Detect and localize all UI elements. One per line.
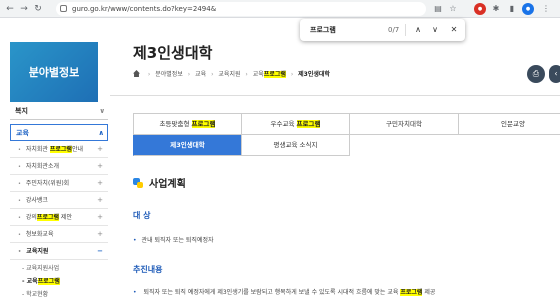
- sidebar-item[interactable]: 주민자치(위원)회 +: [10, 176, 108, 192]
- chevron-right-icon: ›: [147, 71, 151, 78]
- minus-icon: −: [97, 247, 103, 255]
- sidebar-item[interactable]: 강의프로그램 제안 +: [10, 210, 108, 226]
- sub-tab-grid: 초등맞춤형 프로그램 우수교육 프로그램 구민자치대학 인문교양 제3인생대학 …: [133, 113, 560, 156]
- reload-icon[interactable]: ↻: [32, 2, 44, 16]
- extension-icon[interactable]: ●: [474, 3, 486, 15]
- target-text: 관내 퇴직자 또는 퇴직예정자: [133, 236, 214, 246]
- page-title: 제3인생대학: [133, 44, 213, 62]
- print-icon[interactable]: ⎙: [527, 65, 545, 83]
- sidepanel-icon[interactable]: ▮: [506, 3, 518, 15]
- find-bar: 프로그램 0/7 ∧ ∨ ✕: [300, 19, 465, 41]
- sidebar-category-label: 복지: [15, 107, 28, 115]
- sidebar-item[interactable]: 청보화교육 +: [10, 227, 108, 243]
- chevron-right-icon: ›: [187, 71, 191, 78]
- browser-toolbar: ← → ↻ guro.go.kr/www/contents.do?key=249…: [0, 0, 560, 18]
- sidebar-banner: 분야별정보: [10, 42, 98, 102]
- breadcrumb: › 분야별정보 › 교육 › 교육지원 › 교육프로그램 › 제3인생대학: [133, 70, 330, 80]
- address-bar[interactable]: guro.go.kr/www/contents.do?key=2494&: [56, 2, 426, 16]
- sidebar-subitem[interactable]: 학교현황: [22, 290, 48, 300]
- chevron-down-icon: ∨: [99, 107, 105, 115]
- subsection-target: 대 상: [133, 211, 151, 220]
- home-icon[interactable]: [133, 70, 140, 77]
- sidebar-subitem[interactable]: 교육지원사업: [22, 264, 59, 274]
- plus-icon: +: [97, 230, 103, 238]
- sidebar-item[interactable]: 강사뱅크 +: [10, 193, 108, 209]
- tab-third-life-college[interactable]: 제3인생대학: [133, 135, 242, 156]
- plus-icon: +: [97, 162, 103, 170]
- sidebar-item[interactable]: 자치회관소개 +: [10, 159, 108, 175]
- tab-excellent[interactable]: 우수교육 프로그램: [242, 114, 350, 135]
- avatar[interactable]: ●: [522, 3, 534, 15]
- sidebar-category-education[interactable]: 교육 ∧: [10, 124, 108, 141]
- sidebar: 분야별정보 복지 ∨ 교육 ∧ 자치회관 프로그램안내 + 자치회관소개 + 주…: [0, 28, 110, 301]
- chevron-up-icon: ∧: [98, 129, 104, 137]
- share-icon[interactable]: ‹: [549, 65, 560, 83]
- breadcrumb-item[interactable]: 교육: [195, 71, 206, 78]
- chevron-right-icon: ›: [245, 71, 248, 78]
- forward-arrow-icon[interactable]: →: [18, 2, 30, 16]
- chevron-up-icon[interactable]: ∧: [412, 23, 424, 37]
- tab-citizen-college[interactable]: 구민자치대학: [350, 114, 459, 135]
- progress-text: 퇴직자 또는 퇴직 예정자에게 제3인생기를 보람되고 행복하게 보낼 수 있도…: [133, 288, 435, 298]
- back-arrow-icon[interactable]: ←: [4, 2, 16, 16]
- plus-icon: +: [97, 196, 103, 204]
- sidebar-category-label: 교육: [16, 129, 29, 137]
- divider: [405, 24, 406, 36]
- lock-icon: [60, 5, 67, 12]
- breadcrumb-item[interactable]: 교육프로그램: [253, 71, 286, 78]
- plus-icon: +: [97, 213, 103, 221]
- sidebar-subitem-active[interactable]: 교육프로그램: [22, 277, 60, 287]
- breadcrumb-current: 제3인생대학: [298, 71, 330, 78]
- plus-icon: +: [97, 179, 103, 187]
- breadcrumb-item[interactable]: 교육지원: [218, 71, 240, 78]
- divider: [110, 95, 560, 96]
- section-title: 사업계획: [133, 178, 186, 192]
- tab-humanities[interactable]: 인문교양: [459, 114, 560, 135]
- tab-elementary[interactable]: 초등맞춤형 프로그램: [133, 114, 242, 135]
- star-icon[interactable]: ☆: [447, 3, 459, 15]
- sidebar-item-active[interactable]: 교육지원 −: [10, 244, 108, 260]
- chevron-right-icon: ›: [290, 71, 294, 78]
- close-icon[interactable]: ✕: [448, 23, 460, 37]
- section-icon: [133, 178, 143, 188]
- chevron-right-icon: ›: [211, 71, 214, 78]
- puzzle-icon[interactable]: ✱: [490, 3, 502, 15]
- find-count: 0/7: [388, 26, 400, 34]
- sidebar-category-welfare[interactable]: 복지 ∨: [10, 103, 108, 120]
- subsection-progress: 추진내용: [133, 265, 163, 274]
- page-icon[interactable]: ▤: [432, 3, 444, 15]
- chevron-down-icon[interactable]: ∨: [429, 23, 441, 37]
- sidebar-item[interactable]: 자치회관 프로그램안내 +: [10, 142, 108, 158]
- plus-icon: +: [97, 145, 103, 153]
- tab-newsletter[interactable]: 평생교육 소식지: [242, 135, 350, 156]
- menu-icon[interactable]: ⋮: [540, 3, 552, 15]
- breadcrumb-item[interactable]: 분야별정보: [155, 71, 183, 78]
- find-input[interactable]: 프로그램: [310, 24, 336, 36]
- url-text: guro.go.kr/www/contents.do?key=2494&: [72, 5, 217, 13]
